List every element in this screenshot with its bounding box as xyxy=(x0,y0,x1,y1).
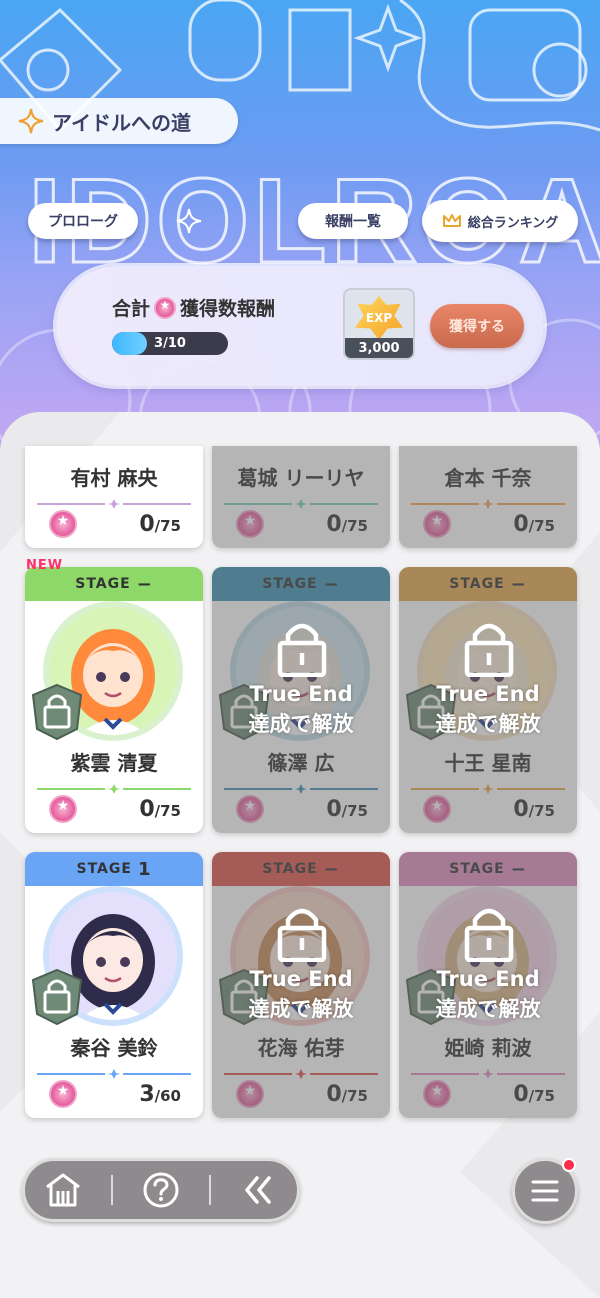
medal-count-row: 0/75 xyxy=(25,506,203,540)
unlock-condition-line1: True End xyxy=(436,967,540,991)
help-icon xyxy=(143,1172,179,1208)
exp-amount: 3,000 xyxy=(345,338,413,358)
reward-list-button[interactable]: 報酬一覧 xyxy=(298,203,408,239)
medal-count-total: /75 xyxy=(154,802,181,820)
header-banner: IDOLROAD アイドルへの道 プロローグ 報酬一覧 総合ランキング 合計 獲… xyxy=(0,0,600,460)
idol-name: 秦谷 美鈴 xyxy=(70,1036,158,1060)
medal-count-value: 3 xyxy=(139,1082,155,1107)
home-button[interactable] xyxy=(35,1162,91,1218)
idol-card[interactable]: STAGE− 紫雲 清夏 0/75 xyxy=(25,567,203,833)
unlock-condition-line2: 達成で解放 xyxy=(435,712,541,736)
unlock-condition-text: True End 達成で解放 xyxy=(212,964,390,1024)
nav-divider xyxy=(209,1175,211,1205)
unlock-condition-line2: 達成で解放 xyxy=(248,712,354,736)
lock-icon xyxy=(277,623,327,677)
exp-badge-icon: EXP xyxy=(355,296,403,340)
emblem-lock-icon xyxy=(31,968,83,1026)
notification-dot xyxy=(562,1158,576,1172)
idol-name: 紫雲 清夏 xyxy=(70,751,158,775)
back-button[interactable] xyxy=(231,1162,287,1218)
idol-card[interactable]: 倉本 千奈0/75 xyxy=(399,446,577,548)
reward-progress-text: 3/10 xyxy=(154,336,186,351)
claim-button[interactable]: 獲得する xyxy=(430,304,524,348)
unlock-condition-line1: True End xyxy=(249,682,353,706)
unlock-condition-text: True End 達成で解放 xyxy=(399,679,577,739)
medal-count-value: 0 xyxy=(139,512,155,537)
idol-card[interactable]: STAGE 1 秦谷 美鈴 3/60 xyxy=(25,852,203,1118)
stage-label: STAGE xyxy=(76,861,132,877)
idol-card[interactable]: STAGE−姫崎 莉波0/75True End達成で解放 xyxy=(399,852,577,1118)
menu-icon xyxy=(531,1180,559,1202)
medal-count-total: /75 xyxy=(154,517,181,535)
ranking-button[interactable]: 総合ランキング xyxy=(422,200,578,242)
medal-count-total: /60 xyxy=(154,1087,181,1105)
star-medal-icon xyxy=(49,510,77,538)
sparkle-icon xyxy=(176,208,202,234)
idol-card[interactable]: 有村 麻央 0/75 xyxy=(25,446,203,548)
stage-label: STAGE xyxy=(75,576,131,592)
idol-name: 有村 麻央 xyxy=(70,466,158,490)
lock-icon xyxy=(277,908,327,962)
bottom-navigation xyxy=(22,1158,300,1222)
locked-overlay xyxy=(399,446,577,548)
medal-count-row: 0/75 xyxy=(25,791,203,825)
star-medal-icon xyxy=(154,296,177,319)
unlock-condition-line1: True End xyxy=(436,682,540,706)
stage-value: − xyxy=(136,573,153,595)
lock-icon xyxy=(464,623,514,677)
reward-title: 合計 獲得数報酬 xyxy=(112,294,275,321)
ranking-label: 総合ランキング xyxy=(467,215,559,231)
stage-bar: STAGE 1 xyxy=(25,852,203,886)
sparkle-icon xyxy=(18,108,44,134)
new-badge: NEW xyxy=(26,558,64,573)
medal-count-value: 0 xyxy=(139,797,155,822)
home-icon xyxy=(46,1173,80,1207)
lock-icon xyxy=(464,908,514,962)
page-title: アイドルへの道 xyxy=(52,110,191,135)
idol-card[interactable]: STAGE−十王 星南0/75True End達成で解放 xyxy=(399,567,577,833)
crown-icon xyxy=(442,214,461,227)
nav-divider xyxy=(111,1175,113,1205)
reward-progress-bar: 3/10 xyxy=(112,332,228,355)
help-button[interactable] xyxy=(133,1162,189,1218)
idol-card[interactable]: STAGE−篠澤 広0/75True End達成で解放 xyxy=(212,567,390,833)
medal-count: 0/75 xyxy=(139,512,181,537)
star-medal-icon xyxy=(49,795,77,823)
unlock-condition-line1: True End xyxy=(249,967,353,991)
star-medal-icon xyxy=(49,1080,77,1108)
page-title-pill: アイドルへの道 xyxy=(0,98,238,144)
exp-reward-item[interactable]: EXP 3,000 xyxy=(343,288,415,360)
back-icon xyxy=(245,1176,271,1204)
emblem-lock-icon xyxy=(31,683,83,741)
medal-count: 0/75 xyxy=(139,797,181,822)
reward-title-prefix: 合計 xyxy=(112,298,151,320)
total-reward-card: 合計 獲得数報酬 3/10 EXP 3,000 獲得する xyxy=(56,266,544,386)
idol-card[interactable]: 葛城 リーリヤ0/75 xyxy=(212,446,390,548)
card-divider xyxy=(37,494,191,509)
unlock-condition-line2: 達成で解放 xyxy=(435,997,541,1021)
unlock-condition-text: True End 達成で解放 xyxy=(212,679,390,739)
medal-count-row: 3/60 xyxy=(25,1076,203,1110)
card-divider xyxy=(37,779,191,794)
reward-title-suffix: 獲得数報酬 xyxy=(180,298,276,320)
unlock-condition-text: True End 達成で解放 xyxy=(399,964,577,1024)
medal-count: 3/60 xyxy=(139,1082,181,1107)
unlock-condition-line2: 達成で解放 xyxy=(248,997,354,1021)
card-divider xyxy=(37,1064,191,1079)
idol-card[interactable]: STAGE−花海 佑芽0/75True End達成で解放 xyxy=(212,852,390,1118)
locked-overlay xyxy=(212,446,390,548)
stage-value: 1 xyxy=(137,858,152,880)
prologue-button[interactable]: プロローグ xyxy=(28,203,138,239)
